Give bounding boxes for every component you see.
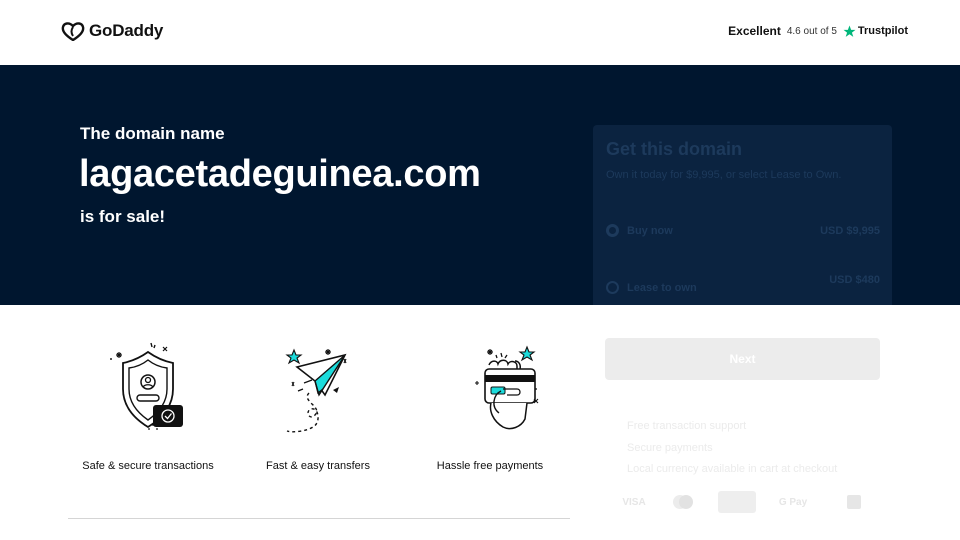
brand-name: GoDaddy <box>89 21 164 40</box>
mastercard-icon <box>670 491 696 513</box>
rating-score: 4.6 out of 5 <box>786 25 837 37</box>
benefit-item: Local currency available in cart at chec… <box>627 463 838 475</box>
next-button[interactable]: Next <box>605 338 880 380</box>
site-header: GoDaddy Excellent 4.6 out of 5 Trustpilo… <box>0 0 960 65</box>
visa-icon: VISA <box>622 496 646 508</box>
gpay-icon: G Pay <box>778 496 808 508</box>
feature-label: Fast & easy transfers <box>266 460 370 472</box>
hero-pre-text: The domain name <box>80 124 225 143</box>
paypal-icon <box>844 491 864 513</box>
option-label: Buy now <box>627 224 673 237</box>
feature-safe-secure: Safe & secure transactions <box>68 335 228 472</box>
section-divider <box>68 518 570 519</box>
panel-subtitle: Own it today for $9,995, or select Lease… <box>606 169 842 181</box>
godaddy-logo[interactable]: GoDaddy <box>61 21 163 41</box>
purchase-panel: Get this domain Own it today for $9,995,… <box>593 125 892 305</box>
option-label: Lease to own <box>627 281 697 294</box>
amex-icon <box>718 491 756 513</box>
shield-icon <box>110 342 183 430</box>
feature-label: Safe & secure transactions <box>82 460 214 472</box>
option-buy-now[interactable]: Buy now <box>606 224 673 237</box>
rating-label: Excellent <box>728 24 781 38</box>
radio-icon[interactable] <box>606 281 619 294</box>
radio-selected-icon[interactable] <box>606 224 619 237</box>
option-price: USD $480 <box>829 274 880 286</box>
trustpilot-rating[interactable]: Excellent 4.6 out of 5 Trustpilot <box>728 24 908 38</box>
option-lease-to-own[interactable]: Lease to own <box>606 281 697 294</box>
godaddy-logo-icon <box>61 22 85 41</box>
feature-fast-easy: Fast & easy transfers <box>238 335 398 472</box>
payment-methods: VISA G Pay <box>620 491 864 513</box>
features-section: Safe & secure transactions Fast & easy t… <box>68 335 570 485</box>
card-hand-icon <box>475 345 539 430</box>
hero-post-text: is for sale! <box>80 207 166 226</box>
panel-title: Get this domain <box>606 139 743 159</box>
benefits-list: Free transaction support Secure payments… <box>627 416 837 481</box>
benefit-item: Secure payments <box>627 441 713 454</box>
benefit-item: Free transaction support <box>627 420 747 432</box>
domain-name-heading: lagacetadeguinea.com <box>79 153 481 195</box>
feature-label: Hassle free payments <box>436 460 544 472</box>
trustpilot-brand: Trustpilot <box>843 25 908 38</box>
feature-hassle-free: Hassle free payments <box>410 335 570 472</box>
paper-plane-icon <box>285 347 351 433</box>
star-icon <box>843 25 856 37</box>
trustpilot-label: Trustpilot <box>857 25 908 37</box>
option-price: USD $9,995 <box>820 225 880 237</box>
